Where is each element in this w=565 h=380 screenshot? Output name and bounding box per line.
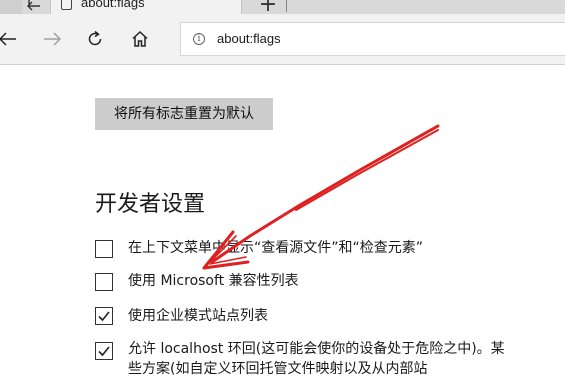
page-icon bbox=[61, 0, 72, 10]
option-label: 在上下文菜单中显示“查看源文件”和“检查元素” bbox=[128, 240, 424, 256]
navigation-toolbar: i about:flags bbox=[0, 14, 565, 65]
address-text[interactable]: about:flags bbox=[217, 30, 281, 48]
option-label: 使用企业模式站点列表 bbox=[128, 308, 268, 324]
annotation-arrow-stroke bbox=[295, 129, 439, 211]
back-button[interactable] bbox=[0, 25, 22, 53]
tab-title: about:flags bbox=[81, 0, 145, 10]
option-label: 使用 Microsoft 兼容性列表 bbox=[128, 273, 299, 289]
tab-divider bbox=[286, 0, 287, 12]
reset-flags-button[interactable]: 将所有标志重置为默认 bbox=[95, 98, 273, 130]
section-title-developer-settings: 开发者设置 bbox=[95, 192, 206, 217]
browser-window: about:flags + i about:flags 将所有标志重置为默认 开… bbox=[0, 0, 565, 380]
forward-button[interactable] bbox=[38, 25, 66, 53]
checkmark-icon bbox=[98, 346, 110, 357]
checkbox[interactable] bbox=[95, 273, 113, 291]
tab-strip: about:flags + bbox=[0, 0, 565, 17]
forward-arrow-icon bbox=[44, 32, 61, 46]
checkbox[interactable] bbox=[95, 342, 113, 360]
home-button[interactable] bbox=[126, 25, 154, 53]
checkbox[interactable] bbox=[95, 240, 113, 258]
refresh-icon bbox=[88, 30, 102, 46]
option-label: 允许 localhost 环回(这可能会使你的设备处于危险之中)。某些方案(如自… bbox=[128, 341, 505, 377]
tab-actions-button[interactable] bbox=[0, 0, 22, 14]
checkmark-icon bbox=[98, 311, 110, 322]
tab-about-flags[interactable]: about:flags bbox=[50, 0, 242, 14]
back-arrow-icon bbox=[0, 32, 16, 46]
address-bar[interactable]: i about:flags bbox=[180, 22, 565, 56]
set-aside-tabs-icon[interactable] bbox=[24, 0, 44, 14]
new-tab-button[interactable]: + bbox=[255, 0, 281, 17]
checkbox[interactable] bbox=[95, 307, 113, 325]
home-icon bbox=[132, 30, 148, 47]
refresh-button[interactable] bbox=[81, 25, 109, 53]
info-icon[interactable]: i bbox=[193, 33, 205, 45]
